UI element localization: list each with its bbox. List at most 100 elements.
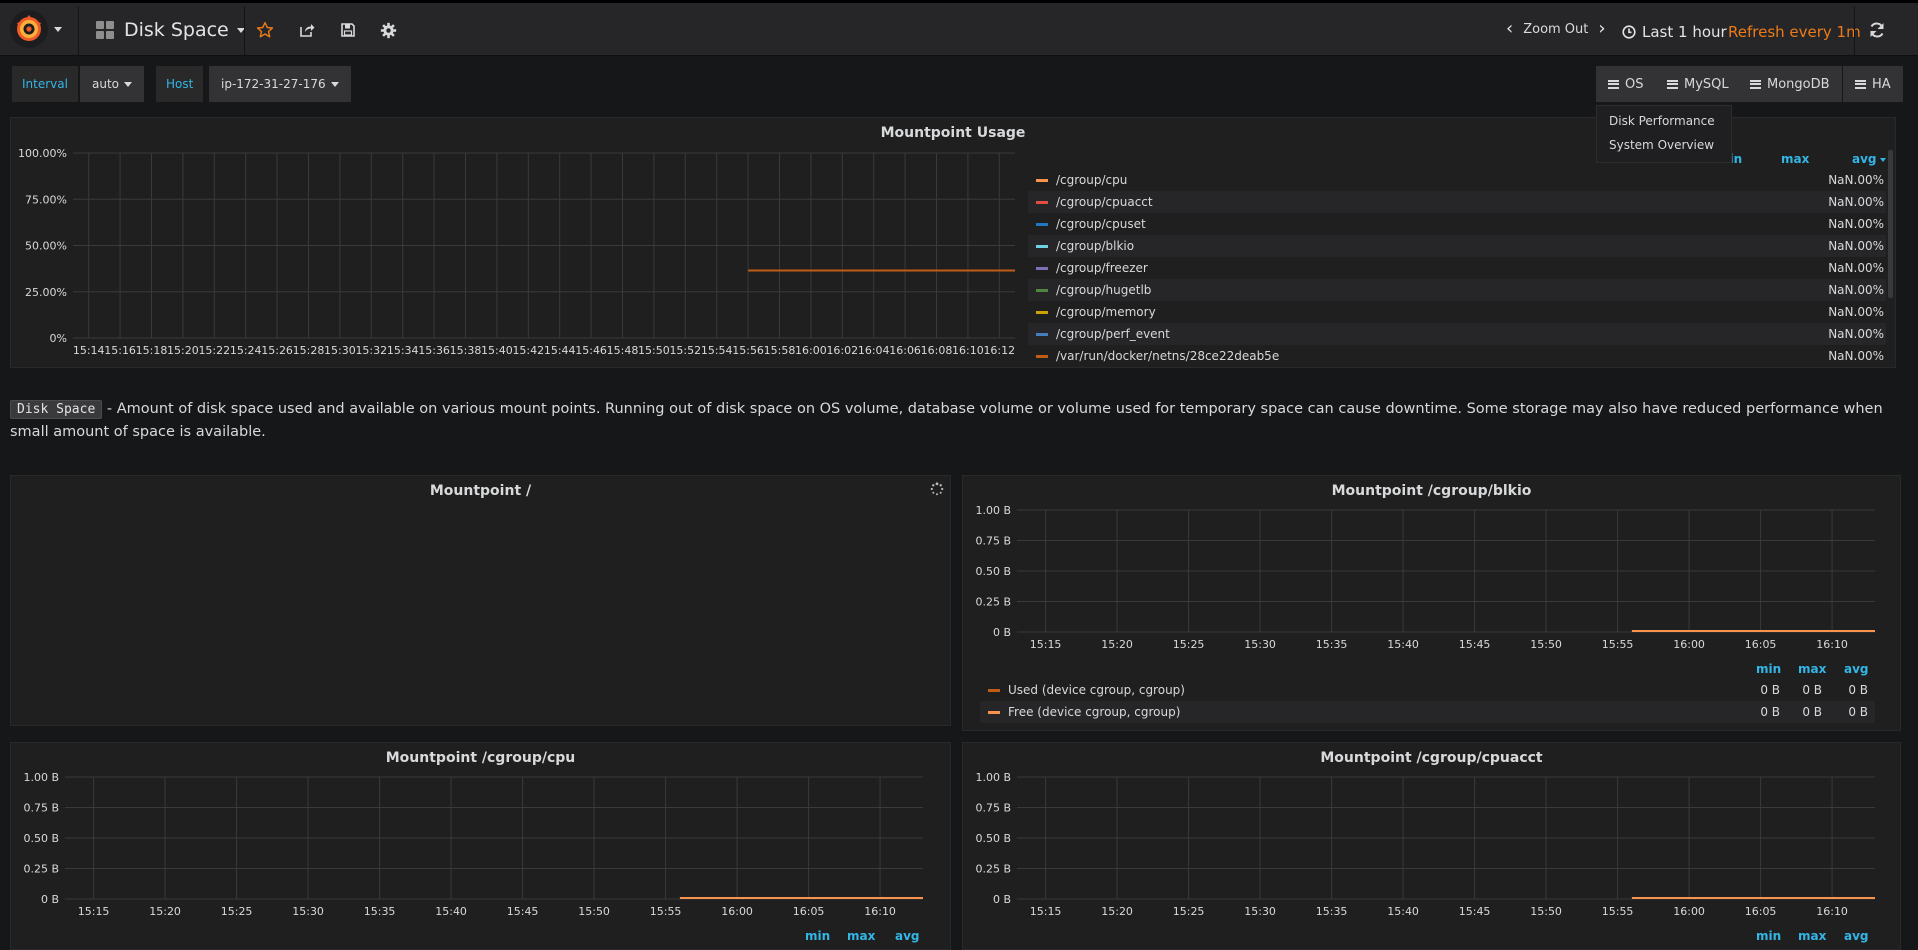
legend-max-header[interactable]: max	[1798, 929, 1826, 943]
save-button[interactable]	[335, 17, 361, 43]
dropdown-item-system-overview[interactable]: System Overview	[1597, 134, 1731, 158]
x-tick-label: 16:10	[952, 344, 984, 357]
x-tick-label: 16:10	[1816, 638, 1848, 651]
legend-scrollbar[interactable]	[1888, 150, 1893, 298]
legend-min-header[interactable]: min	[1756, 929, 1781, 943]
legend-item[interactable]: /cgroup/perf_event	[1028, 323, 1886, 345]
legend-avg-value: NaN.00%	[1828, 305, 1884, 319]
divider	[1854, 6, 1855, 55]
legend-series-name: Used (device cgroup, cgroup)	[1008, 683, 1185, 697]
legend-item[interactable]: /cgroup/freezer	[1028, 257, 1886, 279]
x-tick-label: 16:12	[983, 344, 1015, 357]
x-tick-label: 16:00	[1673, 905, 1705, 918]
dashboard-picker[interactable]: Disk Space	[96, 13, 245, 47]
legend-swatch[interactable]	[1036, 354, 1048, 358]
x-tick-label: 16:10	[864, 905, 896, 918]
legend-swatch[interactable]	[1036, 288, 1048, 292]
legend-swatch[interactable]	[1036, 222, 1048, 226]
legend-swatch[interactable]	[1036, 332, 1048, 336]
legend-avg-header[interactable]: avg	[1844, 662, 1869, 676]
os-dashboards-link[interactable]: OS	[1596, 66, 1656, 102]
x-tick-label: 15:46	[575, 344, 607, 357]
legend-item[interactable]: /cgroup/hugetlb	[1028, 279, 1886, 301]
x-tick-label: 16:05	[1745, 905, 1777, 918]
interval-variable-select[interactable]: auto	[80, 66, 145, 102]
chevron-down-icon	[54, 26, 62, 32]
mongodb-link-label: MongoDB	[1767, 76, 1830, 92]
x-tick-label: 15:58	[764, 344, 796, 357]
time-back-button[interactable]: ‹	[1506, 20, 1513, 38]
time-forward-button[interactable]: ›	[1598, 20, 1605, 38]
star-icon	[256, 21, 274, 38]
legend-series-name: Free (device cgroup, cgroup)	[1008, 705, 1181, 719]
sort-desc-icon	[1879, 157, 1886, 162]
legend-swatch[interactable]	[988, 710, 1000, 714]
x-tick-label: 15:15	[78, 905, 110, 918]
legend-avg-value: NaN.00%	[1828, 283, 1884, 297]
legend-series-name: /var/run/docker/netns/28ce22deab5e	[1056, 349, 1280, 363]
dashboard-grid-icon	[96, 21, 114, 39]
x-tick-label: 15:15	[1030, 905, 1062, 918]
star-button[interactable]	[252, 17, 278, 43]
ha-dashboards-link[interactable]: HA	[1843, 66, 1903, 102]
mongodb-dashboards-link[interactable]: MongoDB	[1738, 66, 1842, 102]
legend-avg-header[interactable]: avg	[1852, 152, 1886, 166]
x-tick-label: 15:24	[230, 344, 262, 357]
legend-item[interactable]: /cgroup/cpuset	[1028, 213, 1886, 235]
legend-swatch[interactable]	[1036, 266, 1048, 270]
legend-item[interactable]: /cgroup/blkio	[1028, 235, 1886, 257]
dropdown-item-disk-performance[interactable]: Disk Performance	[1597, 110, 1731, 134]
legend-avg-header[interactable]: avg	[1844, 929, 1869, 943]
y-tick-label: 0.75 B	[975, 535, 1011, 548]
legend-min-header[interactable]: min	[1756, 662, 1781, 676]
legend-min-header[interactable]: min	[805, 929, 830, 943]
legend-max-header[interactable]: max	[1798, 662, 1826, 676]
x-tick-label: 15:55	[1602, 905, 1634, 918]
dashboard-title: Disk Space	[124, 19, 229, 41]
refresh-interval[interactable]: Refresh every 1m	[1728, 23, 1861, 41]
legend-item[interactable]: /cgroup/memory	[1028, 301, 1886, 323]
x-tick-label: 15:35	[364, 905, 396, 918]
disk-space-description: Disk Space - Amount of disk space used a…	[10, 398, 1890, 443]
legend-series-name: /cgroup/memory	[1056, 305, 1156, 319]
x-tick-label: 15:45	[1459, 905, 1491, 918]
x-tick-label: 15:55	[650, 905, 682, 918]
x-tick-label: 15:34	[387, 344, 419, 357]
legend-max-header[interactable]: max	[847, 929, 875, 943]
share-button[interactable]	[294, 17, 320, 43]
legend-avg-value: NaN.00%	[1828, 239, 1884, 253]
host-variable-select[interactable]: ip-172-31-27-176	[209, 66, 351, 102]
x-tick-label: 16:05	[793, 905, 825, 918]
legend-swatch[interactable]	[1036, 244, 1048, 248]
divider	[78, 6, 79, 55]
panel-title: Mountpoint /cgroup/cpuacct	[1320, 750, 1543, 766]
legend-swatch[interactable]	[1036, 200, 1048, 204]
os-dashboards-dropdown: Disk Performance System Overview	[1596, 105, 1732, 163]
clock-icon	[1622, 25, 1636, 39]
legend-swatch[interactable]	[1036, 178, 1048, 182]
legend-max-header[interactable]: max	[1781, 152, 1809, 166]
legend-item[interactable]: /var/run/docker/netns/28ce22deab5e	[1028, 345, 1886, 367]
x-tick-label: 15:20	[167, 344, 199, 357]
time-range-picker[interactable]: Last 1 hour	[1622, 23, 1727, 41]
legend-swatch[interactable]	[1036, 310, 1048, 314]
legend-avg-header[interactable]: avg	[895, 929, 920, 943]
x-tick-label: 15:38	[450, 344, 482, 357]
ha-link-label: HA	[1872, 76, 1891, 92]
zoom-out-button[interactable]: Zoom Out	[1523, 22, 1588, 37]
mysql-dashboards-link[interactable]: MySQL	[1655, 66, 1741, 102]
y-tick-label: 25.00%	[25, 286, 67, 299]
y-tick-label: 1.00 B	[975, 771, 1011, 784]
panel-title: Mountpoint /cgroup/blkio	[1331, 483, 1532, 499]
x-tick-label: 15:25	[1173, 905, 1205, 918]
legend-avg-value: NaN.00%	[1828, 195, 1884, 209]
legend-item[interactable]: /cgroup/cpu	[1028, 169, 1886, 191]
settings-button[interactable]	[375, 17, 401, 43]
legend-item[interactable]: /cgroup/cpuacct	[1028, 191, 1886, 213]
legend-swatch[interactable]	[988, 688, 1000, 692]
legend-avg-value: NaN.00%	[1828, 173, 1884, 187]
x-tick-label: 15:30	[324, 344, 356, 357]
grafana-menu[interactable]	[10, 9, 72, 49]
refresh-button[interactable]	[1868, 21, 1886, 43]
menu-bars-icon	[1667, 79, 1678, 89]
